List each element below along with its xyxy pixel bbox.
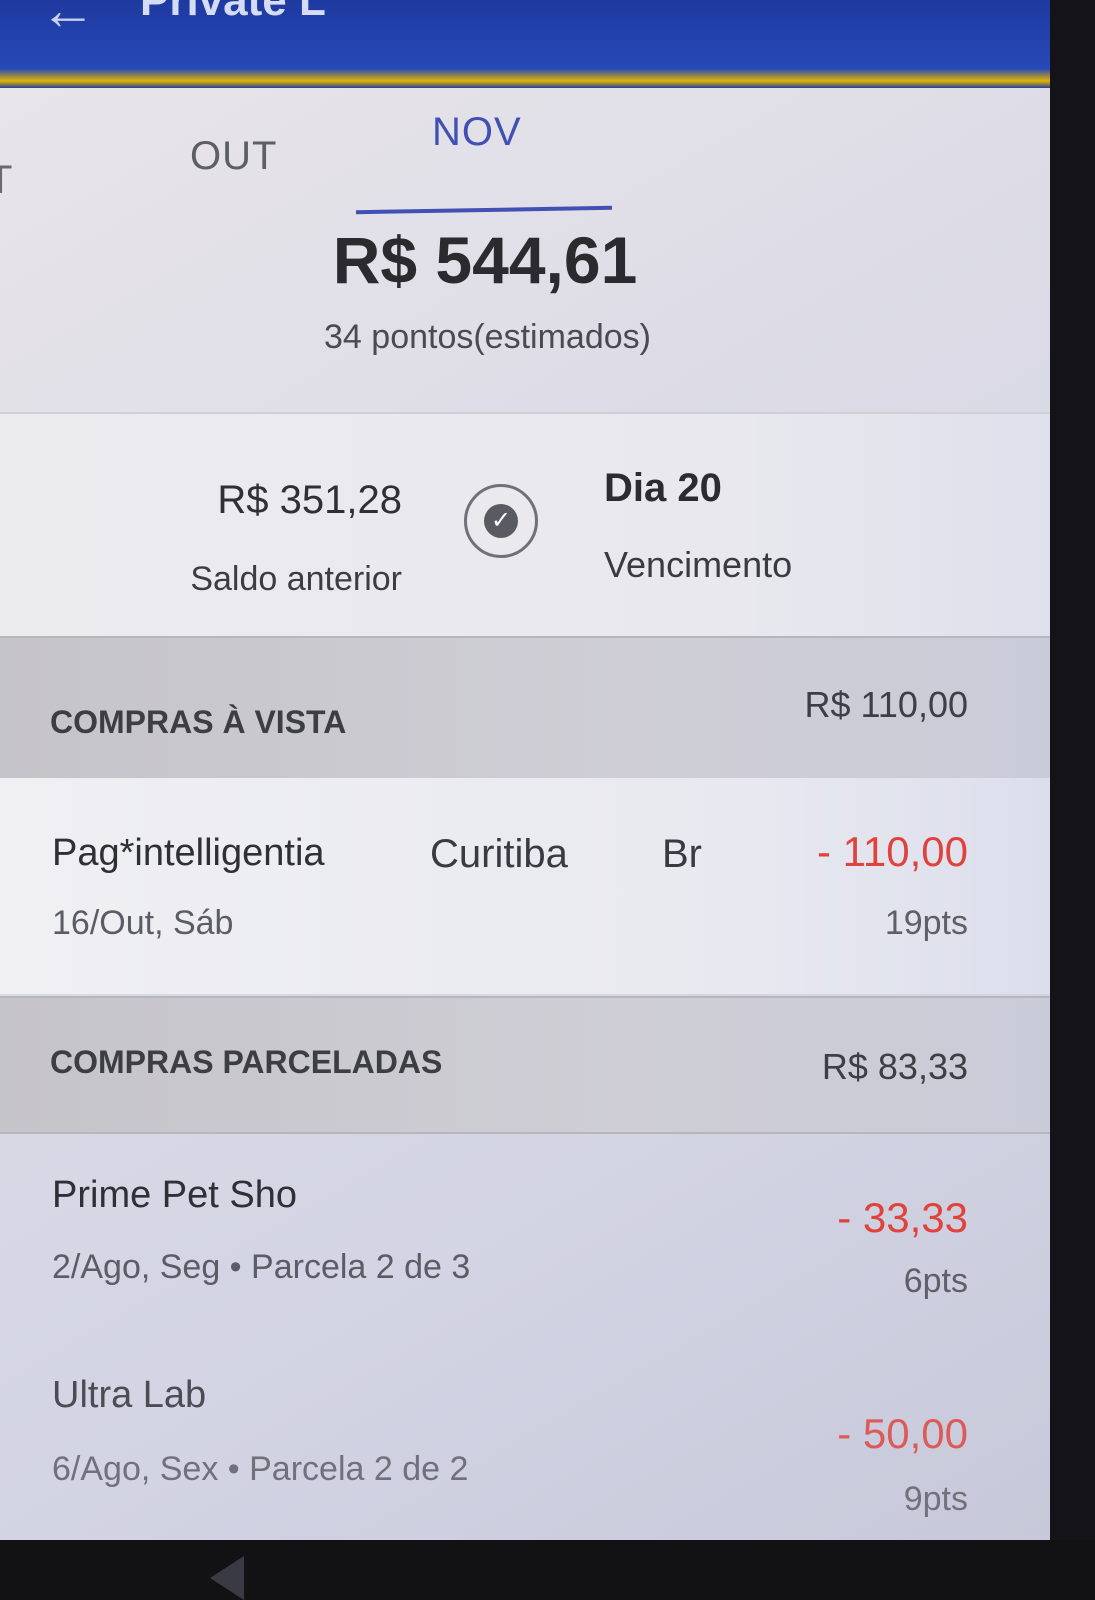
tab-month-out[interactable]: OUT	[190, 134, 277, 179]
transaction-merchant: Pag*intelligentia	[52, 832, 325, 874]
checkmark-icon: ✓	[484, 504, 518, 538]
previous-balance-value: R$ 351,28	[217, 478, 402, 522]
transaction-amount: - 33,33	[837, 1194, 968, 1241]
transaction-amount: - 50,00	[837, 1410, 968, 1457]
invoice-total: R$ 544,61	[332, 223, 638, 297]
transaction-city: Curitiba	[430, 832, 568, 876]
month-tabs: T OUT NOV	[0, 88, 1050, 218]
transaction-date: 16/Out, Sáb	[52, 904, 234, 942]
section-title: COMPRAS PARCELADAS	[50, 1044, 443, 1080]
transaction-row[interactable]: Ultra Lab 6/Ago, Sex • Parcela 2 de 2 - …	[0, 1334, 1050, 1540]
transaction-merchant: Ultra Lab	[52, 1374, 207, 1416]
app-bar: ← Private L	[0, 0, 1050, 88]
transaction-country: Br	[662, 832, 702, 876]
transaction-date: 2/Ago, Seg • Parcela 2 de 3	[52, 1248, 471, 1286]
transaction-merchant: Prime Pet Sho	[52, 1174, 297, 1216]
transaction-points: 9pts	[903, 1480, 968, 1518]
app-bar-title: Private L	[140, 0, 326, 25]
section-header-compras-a-vista: COMPRAS À VISTA R$ 110,00	[0, 636, 1050, 780]
transaction-row[interactable]: Pag*intelligentia Curitiba Br 16/Out, Sá…	[0, 778, 1050, 994]
section-header-compras-parceladas: COMPRAS PARCELADAS R$ 83,33	[0, 996, 1050, 1134]
tab-month-nov[interactable]: NOV	[432, 110, 522, 155]
previous-balance-label: Saldo anterior	[190, 560, 402, 598]
section-title: COMPRAS À VISTA	[50, 704, 347, 740]
arrow-left-icon[interactable]: ←	[40, 0, 96, 38]
due-label: Vencimento	[604, 544, 793, 585]
transaction-amount: - 110,00	[817, 828, 968, 875]
system-navigation-bar	[0, 1540, 1095, 1600]
points-estimate: 34 pontos(estimados)	[324, 318, 651, 356]
transaction-date: 6/Ago, Sex • Parcela 2 de 2	[52, 1450, 469, 1488]
due-day: Dia 20	[604, 466, 722, 510]
nav-back-icon[interactable]	[210, 1556, 244, 1600]
transaction-points: 6pts	[903, 1262, 968, 1300]
transaction-points: 19pts	[884, 904, 968, 942]
app-screen: ← Private L T OUT NOV R$ 544,61 34 ponto…	[0, 0, 1050, 1540]
transaction-row[interactable]: Prime Pet Sho 2/Ago, Seg • Parcela 2 de …	[0, 1132, 1050, 1332]
section-total: R$ 83,33	[821, 1046, 968, 1087]
tab-month-previous-partial[interactable]: T	[0, 158, 13, 203]
check-circle-icon: ✓	[464, 484, 538, 558]
section-total: R$ 110,00	[804, 684, 968, 725]
